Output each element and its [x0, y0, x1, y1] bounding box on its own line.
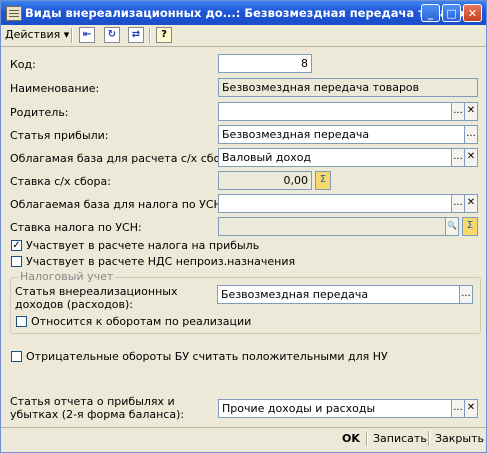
- agri-base-select-button[interactable]: ...: [451, 148, 465, 167]
- profit-tax-checkbox[interactable]: ✓: [11, 240, 22, 251]
- close-window-button[interactable]: ✕: [463, 4, 482, 22]
- parent-clear-icon[interactable]: ✕: [464, 102, 478, 121]
- vat-checkbox[interactable]: [11, 256, 22, 267]
- vat-checkbox-label: Участвует в расчете НДС непроиз.назначен…: [26, 255, 296, 268]
- form-window: Виды внереализационных до...: Безвозмезд…: [0, 0, 487, 453]
- nonop-item-input[interactable]: Безвозмездная передача: [217, 285, 460, 304]
- save-copy-icon[interactable]: ⇄: [128, 27, 144, 43]
- usn-base-clear-icon[interactable]: ✕: [464, 194, 478, 213]
- save-button[interactable]: Записать: [373, 432, 427, 445]
- code-input[interactable]: 8: [218, 54, 312, 73]
- name-input[interactable]: Безвозмездная передача товаров: [218, 78, 478, 97]
- profit-tax-checkbox-label: Участвует в расчете налога на прибыль: [26, 239, 260, 252]
- footer-separator: [366, 431, 367, 446]
- tax-accounting-group: Налоговый учет Статья внереализационных …: [10, 270, 481, 334]
- close-button[interactable]: Закрыть: [435, 432, 484, 445]
- go-to-parent-icon[interactable]: ⇤: [79, 27, 95, 43]
- help-icon[interactable]: ?: [156, 27, 172, 43]
- calculator-icon[interactable]: Σ: [315, 171, 331, 190]
- nonop-item-select-button[interactable]: ...: [459, 285, 473, 304]
- toolbar-separator: [71, 28, 72, 43]
- usn-rate-input[interactable]: [218, 217, 446, 236]
- ok-button[interactable]: OK: [342, 432, 360, 445]
- toolbar: Действия ▾ ⇤ ↻ ⇄ ?: [1, 25, 486, 47]
- window-title: Виды внереализационных до...: Безвозмезд…: [25, 6, 472, 20]
- parent-select-button[interactable]: ...: [451, 102, 465, 121]
- report-item-clear-icon[interactable]: ✕: [464, 399, 478, 418]
- report-item-input[interactable]: Прочие доходы и расходы: [218, 399, 452, 418]
- parent-input[interactable]: [218, 102, 452, 121]
- nonop-item-label: Статья внереализационных доходов (расход…: [15, 285, 178, 311]
- calculator-icon-usn[interactable]: Σ: [462, 217, 478, 236]
- title-bar[interactable]: Виды внереализационных до...: Безвозмезд…: [1, 1, 486, 25]
- footer-divider: [1, 427, 486, 428]
- maximize-button[interactable]: □: [442, 4, 461, 22]
- usn-rate-label: Ставка налога по УСН:: [10, 221, 142, 234]
- footer-separator: [428, 431, 429, 446]
- profit-item-label: Статья прибыли:: [10, 129, 109, 142]
- profit-item-input[interactable]: Безвозмездная передача: [218, 125, 465, 144]
- agri-base-clear-icon[interactable]: ✕: [464, 148, 478, 167]
- sales-turnover-checkbox-label: Относится к оборотам по реализации: [31, 315, 252, 328]
- negative-turnover-checkbox[interactable]: [11, 351, 22, 362]
- agri-base-input[interactable]: Валовый доход: [218, 148, 452, 167]
- usn-base-input[interactable]: [218, 194, 452, 213]
- toolbar-separator: [149, 28, 150, 43]
- search-icon[interactable]: 🔍: [445, 217, 459, 236]
- usn-base-label: Облагаемая база для налога по УСН:: [10, 198, 226, 211]
- agri-rate-label: Ставка с/х сбора:: [10, 175, 111, 188]
- code-label: Код:: [10, 58, 36, 71]
- agri-base-label: Облагамая база для расчета с/х сбора:: [10, 152, 238, 165]
- report-item-label: Статья отчета о прибылях и убытках (2-я …: [10, 395, 185, 421]
- tax-accounting-group-title: Налоговый учет: [18, 270, 116, 283]
- report-item-select-button[interactable]: ...: [451, 399, 465, 418]
- minimize-button[interactable]: _: [421, 4, 440, 22]
- negative-turnover-checkbox-label: Отрицательные обороты БУ считать положит…: [26, 350, 388, 363]
- name-label: Наименование:: [10, 82, 100, 95]
- sales-turnover-checkbox[interactable]: [16, 316, 27, 327]
- reread-icon[interactable]: ↻: [104, 27, 120, 43]
- profit-item-select-button[interactable]: ...: [464, 125, 478, 144]
- form-icon: [6, 6, 22, 21]
- usn-base-select-button[interactable]: ...: [451, 194, 465, 213]
- actions-menu[interactable]: Действия ▾: [5, 28, 69, 41]
- parent-label: Родитель:: [10, 106, 69, 119]
- agri-rate-input[interactable]: 0,00: [218, 171, 312, 190]
